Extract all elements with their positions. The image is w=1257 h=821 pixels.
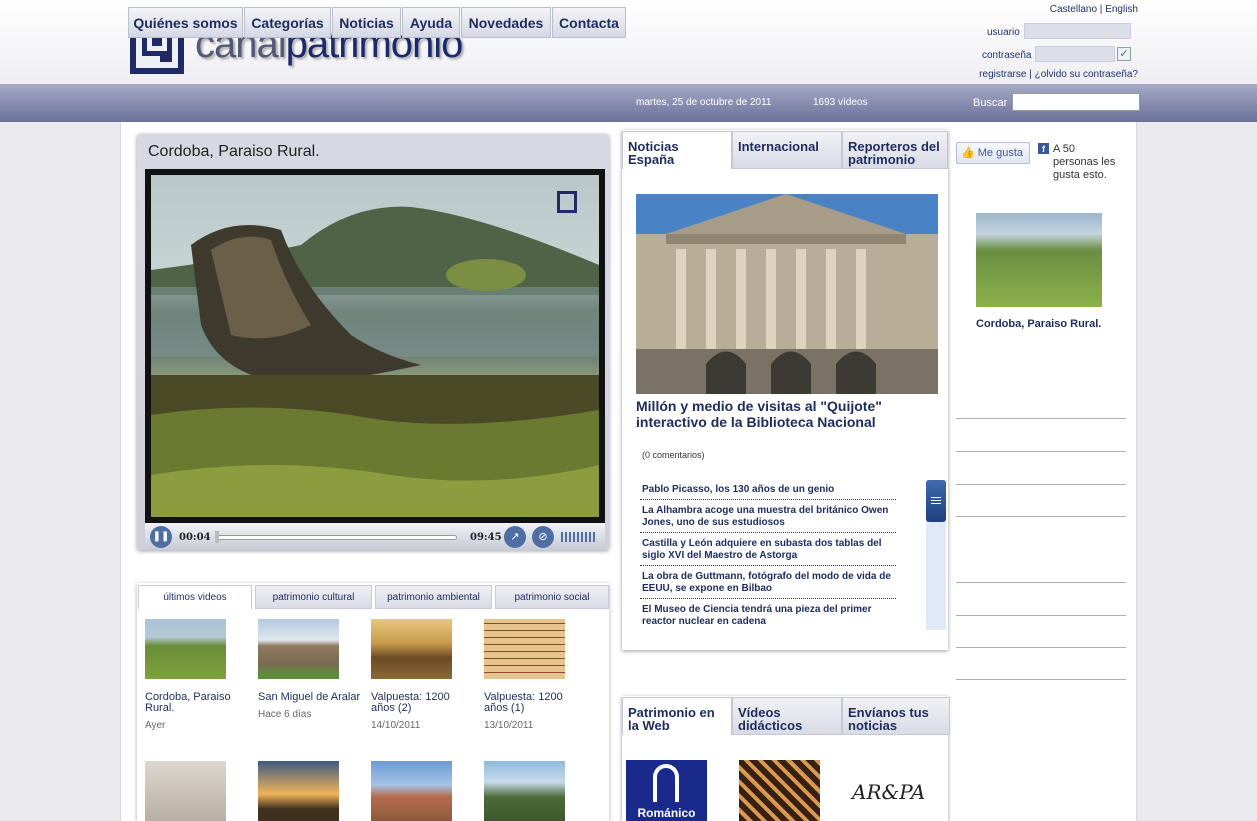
video-thumbnail[interactable]	[258, 761, 339, 821]
video-thumbnail[interactable]	[371, 619, 452, 679]
divider	[956, 679, 1126, 680]
volume-slider[interactable]	[561, 532, 595, 542]
language-switcher: Castellano | English	[1050, 4, 1138, 15]
tab-patrimonio-web[interactable]: Patrimonio en la Web	[622, 697, 732, 735]
tab-videos-didacticos[interactable]: Vídeos didácticos	[732, 697, 842, 735]
tab-reporteros[interactable]: Reporteros del patrimonio	[842, 131, 948, 169]
mute-icon[interactable]: ⊘	[532, 526, 554, 548]
divider	[956, 418, 1126, 419]
thumbs-up-icon: 👍	[961, 147, 975, 159]
video-thumbnail[interactable]	[371, 761, 452, 821]
news-comments-link[interactable]: (0 comentarios)	[642, 450, 705, 460]
current-date: martes, 25 de octubre de 2011	[636, 97, 772, 108]
news-headline[interactable]: Millón y medio de visitas al "Quijote" i…	[636, 398, 936, 430]
facebook-icon: f	[1038, 143, 1049, 154]
tab-patrimonio-ambiental[interactable]: patrimonio ambiental	[375, 585, 492, 609]
nav-tab-categorias[interactable]: Categorías	[244, 7, 331, 38]
video-item-date: 14/10/2011	[371, 720, 421, 731]
video-item-title[interactable]: San Miguel de Aralar	[258, 692, 363, 703]
tab-patrimonio-social[interactable]: patrimonio social	[495, 585, 609, 609]
video-frame[interactable]	[145, 169, 605, 523]
video-item-date: 13/10/2011	[484, 720, 534, 731]
tab-patrimonio-cultural[interactable]: patrimonio cultural	[255, 585, 372, 609]
video-scene	[151, 206, 599, 517]
news-item[interactable]: La Alhambra acoge una muestra del britán…	[642, 505, 897, 529]
lang-english[interactable]: English	[1105, 4, 1138, 15]
video-thumbnail[interactable]	[145, 619, 226, 679]
divider	[956, 582, 1126, 583]
video-thumbnail[interactable]	[145, 761, 226, 821]
nav-tab-ayuda[interactable]: Ayuda	[402, 7, 460, 38]
news-item[interactable]: Castilla y León adquiere en subasta dos …	[642, 538, 897, 562]
news-item[interactable]: Pablo Picasso, los 130 años de un genio	[642, 484, 897, 496]
duration: 09:45	[470, 532, 502, 543]
divider	[956, 615, 1126, 616]
divider	[956, 516, 1126, 517]
video-watermark-icon	[557, 191, 577, 213]
video-thumbnail[interactable]	[484, 619, 565, 679]
tab-ultimos-videos[interactable]: últimos videos	[138, 585, 252, 609]
lattice-logo[interactable]	[739, 760, 820, 821]
featured-thumbnail[interactable]	[976, 213, 1102, 307]
divider	[956, 647, 1126, 648]
like-button-label: Me gusta	[977, 147, 1024, 159]
arpa-logo[interactable]: AR&PA	[852, 780, 925, 804]
video-item-title[interactable]: Valpuesta: 1200 años (1)	[484, 692, 589, 714]
video-item-title[interactable]: Cordoba, Paraiso Rural.	[145, 692, 250, 714]
grip-icon	[931, 497, 941, 505]
news-divider	[640, 598, 896, 599]
news-image[interactable]	[636, 194, 938, 394]
divider	[956, 451, 1126, 452]
news-divider	[640, 565, 896, 566]
nav-tab-contacta[interactable]: Contacta	[552, 7, 626, 38]
news-scroll-handle[interactable]	[926, 480, 946, 522]
video-image	[151, 175, 599, 517]
news-image-graphic	[636, 194, 938, 394]
video-item-title[interactable]: Valpuesta: 1200 años (2)	[371, 692, 476, 714]
progress-bar[interactable]	[215, 535, 457, 540]
news-item[interactable]: La obra de Guttmann, fotógrafo del modo …	[642, 571, 897, 595]
like-button[interactable]: 👍 Me gusta	[956, 142, 1030, 164]
pause-icon[interactable]: ❚❚	[150, 526, 172, 548]
register-link[interactable]: registrarse	[979, 69, 1026, 80]
video-title: Cordoba, Paraiso Rural.	[148, 143, 320, 160]
nav-tab-noticias[interactable]: Noticias	[332, 7, 401, 38]
share-icon[interactable]: ↗	[504, 526, 526, 548]
tab-noticias-espana[interactable]: Noticias España	[622, 131, 732, 169]
news-divider	[640, 532, 896, 533]
forgot-password-link[interactable]: ¿olvido su contraseña?	[1035, 69, 1138, 80]
progress-handle[interactable]	[215, 531, 219, 543]
login-submit-icon[interactable]: ✓	[1117, 47, 1131, 61]
lang-castellano[interactable]: Castellano	[1050, 4, 1097, 15]
nav-tab-quienes-somos[interactable]: Quiénes somos	[128, 7, 243, 38]
nav-tab-novedades[interactable]: Novedades	[461, 7, 551, 38]
arch-icon	[653, 764, 679, 802]
password-input[interactable]	[1035, 46, 1115, 62]
video-count: 1693 vídeos	[813, 97, 868, 108]
featured-title[interactable]: Cordoba, Paraiso Rural.	[976, 318, 1101, 330]
divider	[956, 484, 1126, 485]
video-thumbnail[interactable]	[484, 761, 565, 821]
romanico-logo-text: Románico	[637, 806, 696, 820]
current-time: 00:04	[179, 532, 211, 543]
video-item-date: Ayer	[145, 720, 166, 731]
video-controls: ❚❚ 00:04 09:45 ↗ ⊘	[145, 523, 605, 551]
search-label: Buscar	[973, 97, 1008, 109]
lang-separator: |	[1099, 4, 1103, 15]
tab-internacional[interactable]: Internacional	[732, 131, 842, 169]
search-input[interactable]	[1012, 93, 1140, 111]
password-label: contraseña	[982, 50, 1032, 61]
news-item[interactable]: El Museo de Ciencia tendrá una pieza del…	[642, 604, 897, 628]
username-label: usuario	[987, 27, 1020, 38]
tab-envianos-noticias[interactable]: Envíanos tus noticias	[842, 697, 950, 735]
like-count: A 50 personas les gusta esto.	[1053, 143, 1116, 181]
username-input[interactable]	[1024, 23, 1131, 39]
register-links: registrarse | ¿olvido su contraseña?	[979, 69, 1138, 80]
news-divider	[640, 499, 896, 500]
register-separator: |	[1029, 69, 1032, 80]
video-item-date: Hace 6 días	[258, 709, 312, 720]
video-thumbnail[interactable]	[258, 619, 339, 679]
romanico-logo[interactable]: Románico	[626, 760, 707, 821]
